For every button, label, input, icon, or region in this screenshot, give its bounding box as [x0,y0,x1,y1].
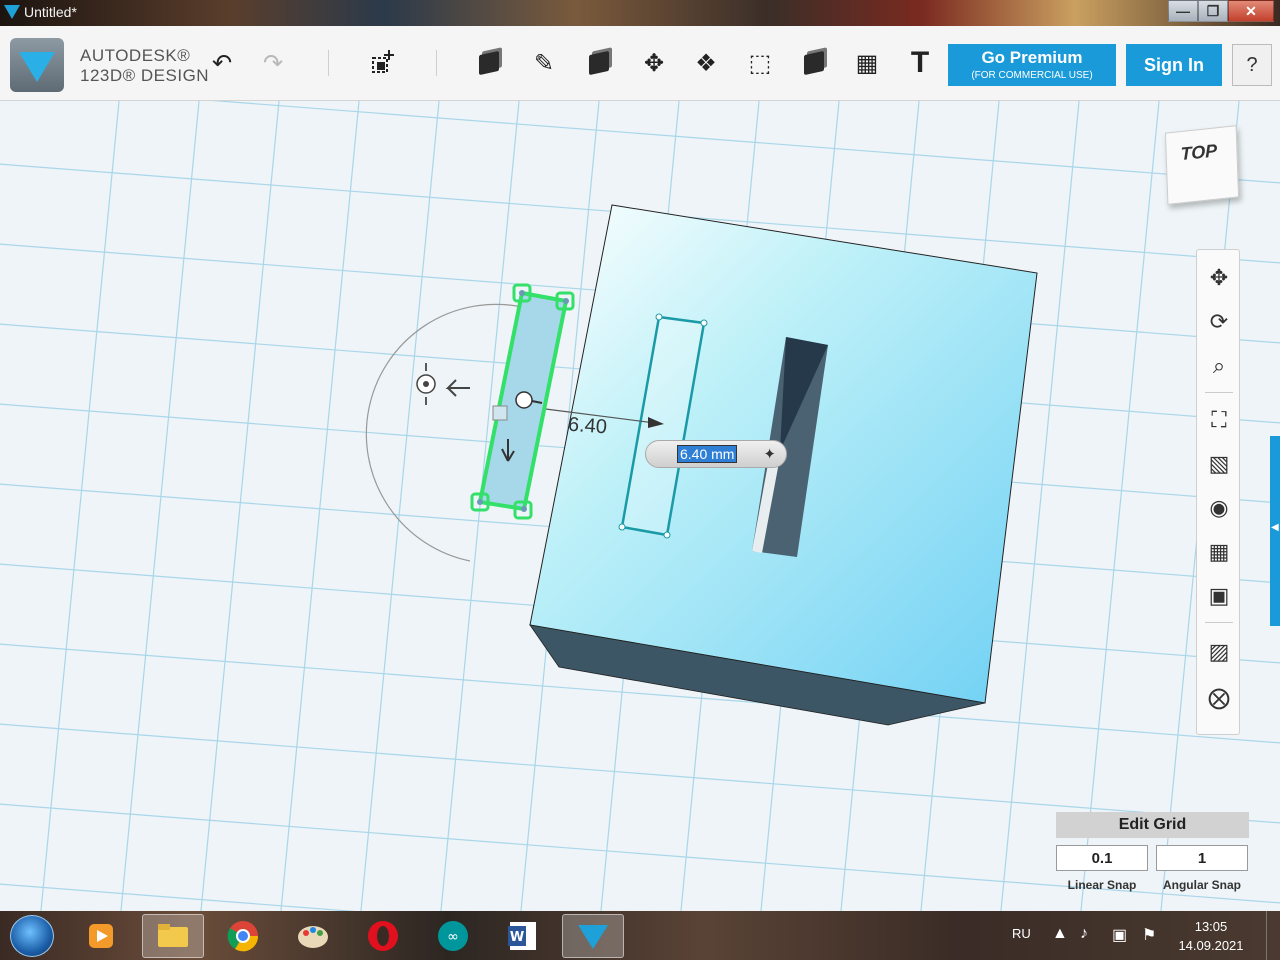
edit-grid-panel: Edit Grid 0.1 1 Linear Snap Angular Snap [1056,812,1250,900]
brand-line1: AUTODESK® [80,46,191,65]
opera-icon[interactable] [352,914,414,958]
rotate-handle [416,363,470,405]
app-logo-icon [4,5,20,19]
network-icon[interactable]: ▣ [1112,925,1127,945]
minimize-button[interactable]: — [1168,0,1198,22]
help-button[interactable]: ? [1232,44,1272,86]
clock-time: 13:05 [1194,919,1228,934]
show-desktop-button[interactable] [1266,911,1280,960]
123d-design-taskbar-icon[interactable] [562,914,624,958]
chrome-icon[interactable] [212,914,274,958]
text-tool-icon[interactable]: T [903,46,937,80]
word-icon[interactable]: W [492,914,554,958]
nav-divider [1205,622,1233,623]
snap-icon[interactable]: ⨂ [1203,682,1235,714]
start-button[interactable] [10,915,54,957]
media-player-icon[interactable] [70,914,132,958]
view-cube-top-face[interactable]: TOP [1180,140,1217,165]
brand-line2: 123D® DESIGN [80,66,210,85]
window-controls: — ❐ ✕ [1168,0,1274,22]
orbit-icon[interactable]: ⟳ [1203,306,1235,338]
grouping-tool-icon[interactable]: ⬚ [743,46,777,80]
toolbar-divider [328,50,329,76]
file-explorer-icon[interactable] [142,914,204,958]
3d-viewport[interactable]: 6.40 6.40 mm ✦ TOP ✥ ⟳ ⌕ ⛶ ▧ ◉ ▦ ▣ ▨ ⨂ ◀… [0,101,1280,911]
main-toolbar: AUTODESK® 123D® DESIGN ↶ ↷ ✎ ✥ ❖ ⬚ ▦ T G… [0,26,1280,101]
app-menu-button[interactable] [10,38,64,92]
measure-tool-icon[interactable]: ▦ [850,46,884,80]
close-button[interactable]: ✕ [1228,0,1274,22]
edit-grid-button[interactable]: Edit Grid [1056,812,1249,838]
clock-date: 14.09.2021 [1178,938,1244,953]
pin-icon[interactable]: ✦ [763,445,776,463]
undo-icon[interactable]: ↶ [205,46,239,80]
redo-icon[interactable]: ↷ [256,46,290,80]
window-title: Untitled* [24,4,77,20]
view-mode-icon[interactable]: ▧ [1203,448,1235,480]
pan-icon[interactable]: ✥ [1203,262,1235,294]
paint-icon[interactable] [282,914,344,958]
fit-icon[interactable]: ⛶ [1203,404,1235,436]
system-clock[interactable]: 13:05 14.09.2021 [1176,917,1246,955]
angular-snap-field[interactable]: 1 [1156,845,1248,871]
go-premium-sublabel: (FOR COMMERCIAL USE) [971,70,1093,81]
transform-tool-icon[interactable] [366,46,400,80]
svg-text:∞: ∞ [447,929,459,945]
go-premium-button[interactable]: Go Premium (FOR COMMERCIAL USE) [948,44,1116,86]
angular-snap-label: Angular Snap [1162,878,1241,892]
navigation-bar: ✥ ⟳ ⌕ ⛶ ▧ ◉ ▦ ▣ ▨ ⨂ [1196,249,1240,735]
dimension-label: 6.40 [567,413,608,439]
primitives-tool-icon[interactable] [472,46,506,80]
action-center-flag-icon[interactable]: ⚑ [1142,925,1156,945]
show-hidden-icons-icon[interactable]: ▲ [1052,925,1068,943]
material-icon[interactable]: ▨ [1203,636,1235,668]
arduino-icon[interactable]: ∞ [422,914,484,958]
logo-triangle-icon [19,52,55,82]
toolbar-divider [436,50,437,76]
modify-tool-icon[interactable]: ✥ [637,46,671,80]
combine-tool-icon[interactable] [797,46,831,80]
grid-icon[interactable]: ▦ [1203,536,1235,568]
zoom-icon[interactable]: ⌕ [1203,350,1235,382]
window-titlebar: Untitled* — ❐ ✕ [0,0,1280,26]
volume-icon[interactable]: ♪ [1080,925,1088,943]
sketch-tool-icon[interactable]: ✎ [527,46,561,80]
windows-taskbar: ∞ W RU ▲ ♪ ▣ ⚑ 13:05 14.09.2021 [0,911,1280,960]
maximize-button[interactable]: ❐ [1198,0,1228,22]
dimension-input[interactable]: 6.40 mm ✦ [645,440,787,468]
visibility-icon[interactable]: ◉ [1203,492,1235,524]
pattern-tool-icon[interactable]: ❖ [689,46,723,80]
language-indicator[interactable]: RU [1012,926,1031,941]
svg-text:W: W [510,930,524,945]
linear-snap-label: Linear Snap [1067,878,1137,892]
camera-icon[interactable]: ▣ [1203,580,1235,612]
sign-in-button[interactable]: Sign In [1126,44,1222,86]
side-panel-tab[interactable]: ◀ [1270,436,1280,626]
linear-snap-field[interactable]: 0.1 [1056,845,1148,871]
chevron-left-icon: ◀ [1271,522,1279,533]
go-premium-label: Go Premium [981,48,1083,67]
dimension-input-value[interactable]: 6.40 mm [676,445,738,463]
construct-tool-icon[interactable] [582,46,616,80]
scene-canvas [0,101,1280,911]
nav-divider [1205,392,1233,393]
view-cube[interactable]: TOP [1164,125,1240,205]
